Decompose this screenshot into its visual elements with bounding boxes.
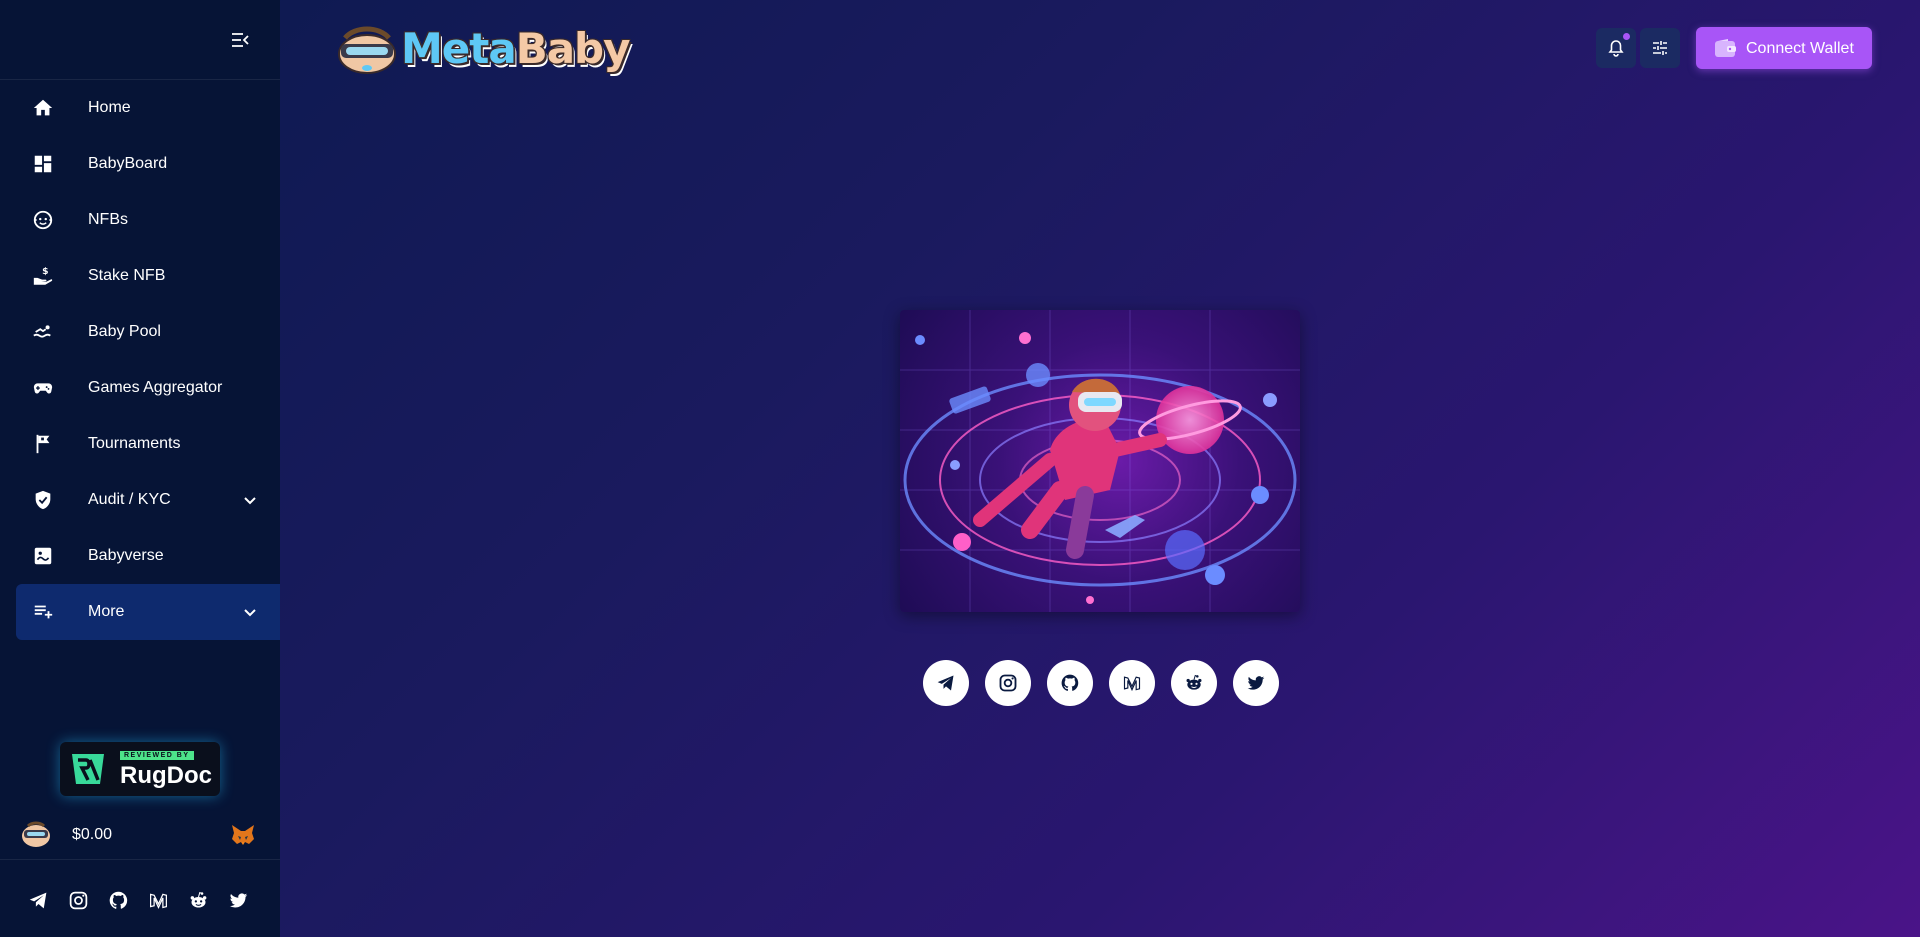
- sidebar-item-stake-nfb[interactable]: $ Stake NFB: [0, 248, 280, 304]
- telegram-icon[interactable]: [28, 890, 49, 911]
- github-button[interactable]: [1047, 660, 1093, 706]
- medium-button[interactable]: [1109, 660, 1155, 706]
- sidebar-item-home[interactable]: Home: [0, 80, 280, 136]
- rugdoc-reviewed-by: REVIEWED BY: [120, 751, 194, 760]
- main-socials: [923, 660, 1279, 706]
- twitter-icon: [1247, 676, 1265, 690]
- sidebar-nav: Home BabyBoard NFBs $ Stake NFB Baby Poo…: [0, 80, 280, 640]
- stake-hand-icon: $: [33, 266, 53, 285]
- sidebar-item-nfbs[interactable]: NFBs: [0, 192, 280, 248]
- brand-baby: Baby: [515, 24, 631, 73]
- sidebar-item-more[interactable]: More: [16, 584, 280, 640]
- sidebar-item-label: Audit / KYC: [88, 491, 171, 508]
- sidebar-item-babyverse[interactable]: Babyverse: [0, 528, 280, 584]
- notification-dot: [1623, 33, 1630, 40]
- reddit-icon[interactable]: [188, 890, 209, 911]
- hero-illustration: [900, 310, 1300, 612]
- babyverse-icon: [34, 547, 52, 565]
- sidebar-item-label: Tournaments: [88, 435, 181, 452]
- connect-wallet-label: Connect Wallet: [1746, 40, 1854, 57]
- sidebar-item-games-aggregator[interactable]: Games Aggregator: [0, 360, 280, 416]
- collapse-menu-icon[interactable]: [230, 30, 250, 50]
- rugdoc-logo-icon: [72, 754, 104, 784]
- reddit-button[interactable]: [1171, 660, 1217, 706]
- sidebar-item-audit-kyc[interactable]: Audit / KYC: [0, 472, 280, 528]
- medium-icon[interactable]: [148, 890, 169, 911]
- sidebar-item-baby-pool[interactable]: Baby Pool: [0, 304, 280, 360]
- sidebar-item-label: Babyverse: [88, 547, 164, 564]
- rugdoc-badge[interactable]: REVIEWED BY RugDoc: [60, 742, 220, 796]
- sidebar-item-label: NFBs: [88, 211, 128, 228]
- sidebar-item-babyboard[interactable]: BabyBoard: [0, 136, 280, 192]
- metamask-fox-icon[interactable]: [230, 822, 256, 848]
- home-icon: [33, 99, 53, 116]
- token-price-row: $0.00: [0, 810, 280, 860]
- telegram-icon: [937, 675, 954, 691]
- instagram-button[interactable]: [985, 660, 1031, 706]
- sidebar-item-label: More: [88, 603, 125, 620]
- brand-name: MetaBaby: [401, 24, 630, 73]
- flag-icon: [36, 434, 50, 454]
- reddit-icon: [1186, 674, 1202, 690]
- settings-button[interactable]: [1640, 28, 1680, 68]
- gamepad-icon: [33, 383, 53, 394]
- bell-icon: [1608, 40, 1624, 57]
- sidebar-item-label: BabyBoard: [88, 155, 168, 172]
- twitter-button[interactable]: [1233, 660, 1279, 706]
- sidebar-item-label: Baby Pool: [88, 323, 161, 340]
- sliders-icon: [1653, 41, 1667, 55]
- connect-wallet-button[interactable]: Connect Wallet: [1696, 27, 1872, 69]
- playlist-add-icon: [34, 605, 53, 619]
- metababy-mascot-icon: [338, 26, 396, 74]
- chevron-down-icon: [244, 497, 256, 505]
- sidebar-item-label: Home: [88, 99, 131, 116]
- pool-swim-icon: [33, 325, 51, 338]
- github-icon[interactable]: [108, 890, 129, 911]
- chevron-down-icon: [244, 609, 256, 617]
- notifications-button[interactable]: [1596, 28, 1636, 68]
- rugdoc-name: RugDoc: [120, 762, 212, 789]
- sidebar-socials: [28, 890, 249, 911]
- shield-check-icon: [35, 490, 51, 510]
- svg-text:$: $: [42, 266, 48, 277]
- dashboard-icon: [34, 155, 52, 173]
- instagram-icon: [999, 674, 1017, 692]
- medium-icon: [1123, 676, 1141, 692]
- twitter-icon[interactable]: [228, 890, 249, 911]
- metababy-logo[interactable]: MetaBaby: [335, 20, 630, 86]
- sidebar: Home BabyBoard NFBs $ Stake NFB Baby Poo…: [0, 0, 280, 937]
- sidebar-item-label: Stake NFB: [88, 267, 166, 284]
- token-price: $0.00: [72, 826, 113, 843]
- sidebar-item-label: Games Aggregator: [88, 379, 223, 396]
- brand-meta: Meta: [401, 24, 517, 73]
- sidebar-header: [0, 0, 280, 80]
- sidebar-item-tournaments[interactable]: Tournaments: [0, 416, 280, 472]
- metababy-avatar-icon: [22, 821, 50, 847]
- baby-face-icon: [33, 210, 53, 230]
- telegram-button[interactable]: [923, 660, 969, 706]
- instagram-icon[interactable]: [68, 890, 89, 911]
- wallet-icon: [1715, 39, 1736, 57]
- vr-astronaut-illustration: [900, 310, 1300, 612]
- github-icon: [1061, 674, 1079, 691]
